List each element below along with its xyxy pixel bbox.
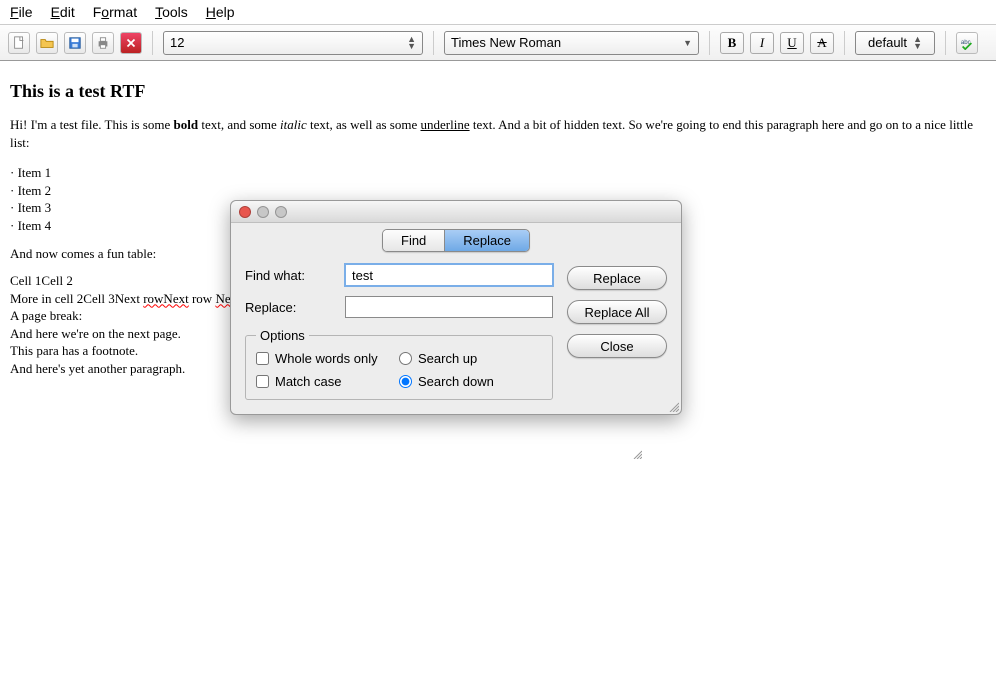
- save-file-icon[interactable]: [64, 32, 86, 54]
- dialog-titlebar[interactable]: [231, 201, 681, 223]
- underline-button[interactable]: U: [780, 32, 804, 54]
- style-combo[interactable]: default ▲▼: [855, 31, 935, 55]
- toolbar-separator: [844, 31, 845, 55]
- find-replace-dialog: Find Replace Find what: Replace: Options…: [230, 200, 682, 415]
- window-close-icon[interactable]: [239, 206, 251, 218]
- menubar: File Edit Format Tools Help: [0, 0, 996, 25]
- spellcheck-icon[interactable]: abc: [956, 32, 978, 54]
- font-name-value: Times New Roman: [451, 35, 561, 50]
- menu-file[interactable]: File: [10, 4, 33, 20]
- close-button[interactable]: Close: [567, 334, 667, 358]
- replace-button[interactable]: Replace: [567, 266, 667, 290]
- menu-tools[interactable]: Tools: [155, 4, 188, 20]
- list-item: Item 1: [10, 164, 986, 182]
- whole-words-input[interactable]: [256, 352, 269, 365]
- search-up-input[interactable]: [399, 352, 412, 365]
- search-down-radio[interactable]: Search down: [399, 374, 542, 389]
- menu-edit[interactable]: Edit: [51, 4, 75, 20]
- toolbar-separator: [945, 31, 946, 55]
- new-file-icon[interactable]: [8, 32, 30, 54]
- menu-format[interactable]: Format: [93, 4, 137, 20]
- toolbar-separator: [433, 31, 434, 55]
- match-case-checkbox[interactable]: Match case: [256, 374, 399, 389]
- font-size-combo[interactable]: 12 ▲▼: [163, 31, 423, 55]
- chevron-down-icon: ▼: [683, 38, 692, 48]
- whole-words-checkbox[interactable]: Whole words only: [256, 351, 399, 366]
- font-name-combo[interactable]: Times New Roman ▼: [444, 31, 699, 55]
- font-size-value: 12: [170, 35, 184, 50]
- open-file-icon[interactable]: [36, 32, 58, 54]
- stepper-icon: ▲▼: [407, 36, 416, 50]
- stepper-icon: ▲▼: [913, 36, 922, 50]
- search-up-radio[interactable]: Search up: [399, 351, 542, 366]
- search-down-input[interactable]: [399, 375, 412, 388]
- toolbar: 12 ▲▼ Times New Roman ▼ B I U A default …: [0, 25, 996, 61]
- options-group: Options Whole words only Search up Match…: [245, 328, 553, 400]
- replace-with-input[interactable]: [345, 296, 553, 318]
- replace-all-button[interactable]: Replace All: [567, 300, 667, 324]
- find-what-label: Find what:: [245, 268, 335, 283]
- style-value: default: [868, 35, 907, 50]
- bold-button[interactable]: B: [720, 32, 744, 54]
- tab-find[interactable]: Find: [383, 230, 444, 251]
- strike-button[interactable]: A: [810, 32, 834, 54]
- toolbar-separator: [709, 31, 710, 55]
- print-icon[interactable]: [92, 32, 114, 54]
- dialog-resize-grip-icon[interactable]: [667, 400, 679, 412]
- dialog-tabbar: Find Replace: [231, 223, 681, 260]
- toolbar-separator: [152, 31, 153, 55]
- replace-with-label: Replace:: [245, 300, 335, 315]
- tab-replace[interactable]: Replace: [444, 230, 529, 251]
- options-legend: Options: [256, 328, 309, 343]
- doc-title: This is a test RTF: [10, 79, 986, 103]
- list-item: Item 2: [10, 182, 986, 200]
- match-case-input[interactable]: [256, 375, 269, 388]
- close-doc-icon[interactable]: [120, 32, 142, 54]
- window-minimize-icon[interactable]: [257, 206, 269, 218]
- italic-button[interactable]: I: [750, 32, 774, 54]
- find-what-input[interactable]: [345, 264, 553, 286]
- resize-grip-icon[interactable]: [632, 448, 642, 458]
- doc-intro: Hi! I'm a test file. This is some bold t…: [10, 116, 986, 151]
- menu-help[interactable]: Help: [206, 4, 235, 20]
- window-zoom-icon[interactable]: [275, 206, 287, 218]
